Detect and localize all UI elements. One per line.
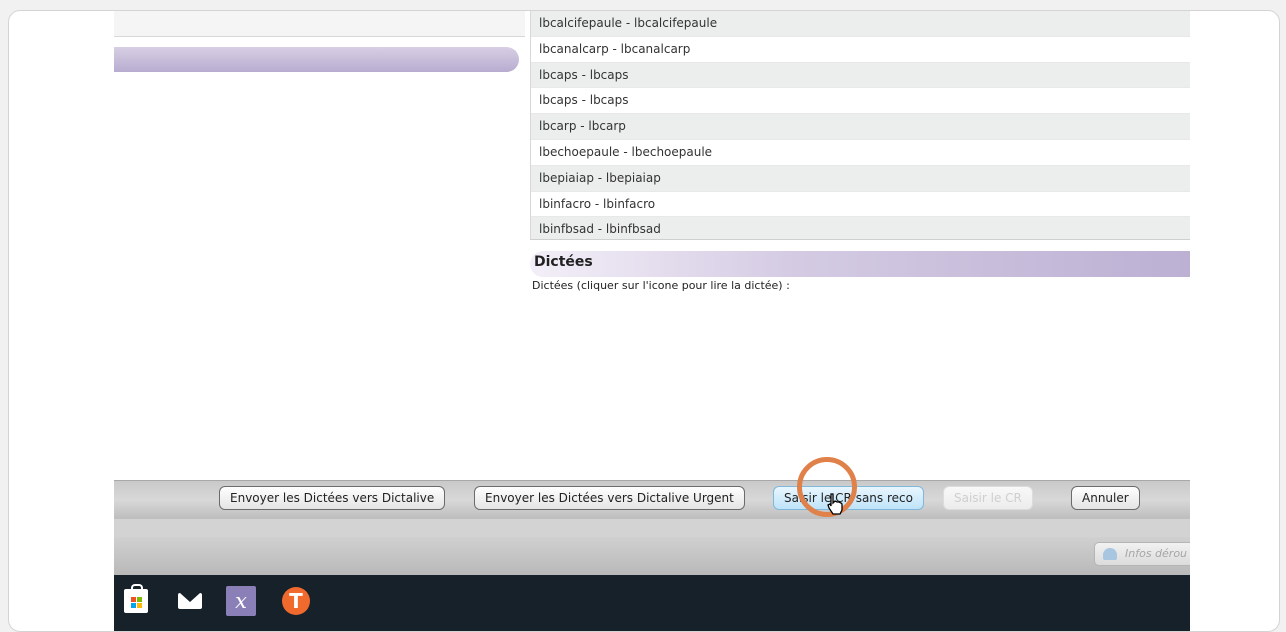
hand-cursor-icon <box>827 493 843 515</box>
cloud-icon <box>1103 548 1117 560</box>
t-app-icon[interactable]: T <box>282 587 310 615</box>
list-item[interactable]: lbepiaiap - lbepiaiap <box>531 165 1190 192</box>
list-item[interactable]: lbcanalcarp - lbcanalcarp <box>531 36 1190 63</box>
action-bar: Envoyer les Dictées vers Dictalive Envoy… <box>114 480 1190 520</box>
list-item[interactable]: lbcarp - lbcarp <box>531 114 1190 140</box>
info-ticker[interactable]: Infos dérou <box>1094 542 1190 566</box>
list-item[interactable]: lbcaps - lbcaps <box>531 62 1190 89</box>
x-app-icon[interactable]: x <box>226 586 256 616</box>
mail-icon[interactable] <box>178 589 202 613</box>
taskbar: x T <box>114 575 1190 631</box>
list-item[interactable]: lbechoepaule - lbechoepaule <box>531 139 1190 166</box>
window-frame: lbcalcifepaule - lbcalcifepaule lbcanalc… <box>8 10 1280 632</box>
list-item[interactable]: lbcaps - lbcaps <box>531 88 1190 115</box>
send-dictalive-button[interactable]: Envoyer les Dictées vers Dictalive <box>219 486 446 510</box>
left-section-bar <box>114 47 519 72</box>
list-item[interactable]: lbinfacro - lbinfacro <box>531 191 1190 218</box>
code-list[interactable]: lbcalcifepaule - lbcalcifepaule lbcanalc… <box>530 11 1190 240</box>
cancel-button[interactable]: Annuler <box>1071 486 1140 510</box>
list-item[interactable]: lbcalcifepaule - lbcalcifepaule <box>531 11 1190 37</box>
list-item[interactable]: lbinfbsad - lbinfbsad <box>531 217 1190 239</box>
status-strip <box>114 519 1190 538</box>
store-icon[interactable] <box>124 584 148 613</box>
enter-cr-button[interactable]: Saisir le CR <box>943 486 1033 510</box>
send-dictalive-urgent-button[interactable]: Envoyer les Dictées vers Dictalive Urgen… <box>474 486 745 510</box>
lower-band <box>114 537 1190 575</box>
dictees-header: Dictées <box>530 251 1190 277</box>
dictees-title: Dictées <box>534 254 593 270</box>
left-field <box>114 11 525 37</box>
ticker-label: Infos dérou <box>1125 547 1188 560</box>
app-viewport: lbcalcifepaule - lbcalcifepaule lbcanalc… <box>114 11 1190 631</box>
dictees-description: Dictées (cliquer sur l'icone pour lire l… <box>532 279 790 292</box>
